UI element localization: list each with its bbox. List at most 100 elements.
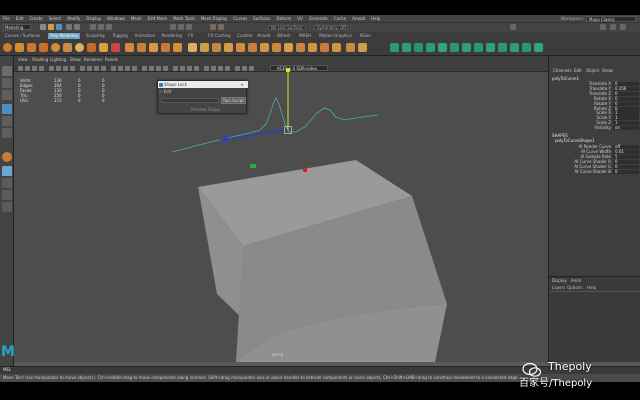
scene-canvas[interactable] bbox=[14, 56, 548, 362]
redo-icon[interactable] bbox=[74, 24, 80, 30]
layer-tab-anim[interactable]: Anim bbox=[571, 278, 581, 283]
quad-draw-icon[interactable] bbox=[284, 43, 293, 52]
channel-attr-value[interactable]: on bbox=[613, 125, 639, 131]
custom-tool-5-icon[interactable] bbox=[474, 43, 483, 52]
boolean-icon[interactable] bbox=[161, 43, 170, 52]
channel-attr-row[interactable]: Visibility on bbox=[549, 125, 640, 131]
mirror-icon[interactable] bbox=[173, 43, 182, 52]
lasso-tool-icon[interactable] bbox=[2, 78, 12, 88]
shelf-tab-custom[interactable]: Custom bbox=[235, 33, 254, 39]
append-polygon-icon[interactable] bbox=[236, 43, 245, 52]
command-language-label[interactable]: MEL bbox=[3, 366, 11, 374]
toggle-modeling-toolkit-icon[interactable] bbox=[600, 24, 606, 30]
menu-arnold[interactable]: Arnold bbox=[349, 15, 368, 22]
extrude-icon[interactable] bbox=[188, 43, 197, 52]
snap-point-icon[interactable] bbox=[186, 24, 192, 30]
manipulator-x-arrow[interactable] bbox=[220, 136, 228, 142]
automatic-uv-icon[interactable] bbox=[358, 43, 367, 52]
combine-icon[interactable] bbox=[125, 43, 134, 52]
selected-object-name[interactable]: polyToCurve1 bbox=[552, 76, 579, 81]
channel-box-tab-edit[interactable]: Edit bbox=[574, 68, 582, 74]
bevel-icon[interactable] bbox=[212, 43, 221, 52]
shape-node-name[interactable]: polyToCurveShape1 bbox=[555, 138, 595, 143]
insert-edge-loop-icon[interactable] bbox=[320, 43, 329, 52]
poly-plane-icon[interactable] bbox=[63, 43, 72, 52]
custom-tool-4-icon[interactable] bbox=[462, 43, 471, 52]
poly-disc-icon[interactable] bbox=[75, 43, 84, 52]
custom-tool-6-icon[interactable] bbox=[486, 43, 495, 52]
platonic-solid-icon[interactable] bbox=[87, 43, 96, 52]
menu-help[interactable]: Help bbox=[368, 15, 383, 22]
open-scene-icon[interactable] bbox=[48, 24, 54, 30]
layer-menu-help[interactable]: Help bbox=[587, 285, 596, 290]
viewport-panel[interactable]: View Shading Lighting Show Renderer Pane… bbox=[14, 56, 548, 362]
workspace-select[interactable]: Maya Classic bbox=[586, 15, 636, 22]
move-tool-icon[interactable] bbox=[2, 104, 12, 114]
menu-mesh-display[interactable]: Mesh Display bbox=[198, 15, 231, 22]
select-by-object-icon[interactable] bbox=[98, 24, 104, 30]
run-script-button[interactable]: Run Script bbox=[221, 97, 246, 104]
snap-curve-icon[interactable] bbox=[178, 24, 184, 30]
smooth-icon[interactable] bbox=[149, 43, 158, 52]
menu-cache[interactable]: Cache bbox=[331, 15, 349, 22]
render-icon[interactable] bbox=[210, 24, 216, 30]
paint-select-tool-icon[interactable] bbox=[2, 90, 12, 100]
fill-hole-icon[interactable] bbox=[224, 43, 233, 52]
menu-modify[interactable]: Modify bbox=[64, 15, 83, 22]
channel-attr-row[interactable]: AI Curve Shader B0 bbox=[549, 169, 640, 175]
undo-icon[interactable] bbox=[66, 24, 72, 30]
dialog-input-field[interactable] bbox=[161, 98, 219, 103]
poly-cube-icon[interactable] bbox=[15, 43, 24, 52]
single-perspective-layout-icon[interactable] bbox=[2, 166, 12, 176]
shelf-tab-fx-caching[interactable]: FX Caching bbox=[206, 33, 232, 39]
poly-sphere-icon[interactable] bbox=[3, 43, 12, 52]
manipulator-x-axis[interactable] bbox=[219, 129, 285, 141]
offset-edge-loop-icon[interactable] bbox=[332, 43, 341, 52]
four-view-layout-icon[interactable] bbox=[2, 178, 12, 188]
menu-mesh[interactable]: Mesh bbox=[128, 15, 145, 22]
menu-deform[interactable]: Deform bbox=[273, 15, 294, 22]
layer-menu-layers[interactable]: Layers bbox=[552, 285, 565, 290]
modeling-toolkit-icon[interactable] bbox=[402, 43, 411, 52]
scale-tool-icon[interactable] bbox=[2, 128, 12, 138]
layer-tab-display[interactable]: Display bbox=[552, 278, 567, 283]
manipulator-y-handle[interactable] bbox=[286, 68, 290, 72]
select-by-component-icon[interactable] bbox=[106, 24, 112, 30]
menu-select[interactable]: Select bbox=[46, 15, 64, 22]
dialog-titlebar[interactable]: Shape Lock bbox=[158, 81, 248, 88]
toggle-attribute-editor-icon[interactable] bbox=[610, 24, 616, 30]
shelf-tab-rendering[interactable]: Rendering bbox=[160, 33, 184, 39]
menu-file[interactable]: File bbox=[0, 15, 13, 22]
toggle-channel-box-icon[interactable] bbox=[620, 24, 626, 30]
custom-tool-9-icon[interactable] bbox=[522, 43, 531, 52]
perspective-graph-layout-icon[interactable] bbox=[2, 190, 12, 200]
multi-cut-icon[interactable] bbox=[248, 43, 257, 52]
shelf-tab-arnold[interactable]: Arnold bbox=[255, 33, 272, 39]
live-surface-field[interactable]: No Live Surface bbox=[268, 24, 306, 30]
channel-box-tab-show[interactable]: Show bbox=[602, 68, 613, 74]
command-line[interactable] bbox=[0, 366, 640, 374]
rotate-tool-icon[interactable] bbox=[2, 116, 12, 126]
new-scene-icon[interactable] bbox=[40, 24, 46, 30]
uv-editor-icon[interactable] bbox=[390, 43, 399, 52]
pivot-green-handle[interactable] bbox=[250, 164, 256, 168]
pivot-red-handle[interactable] bbox=[302, 167, 308, 173]
close-icon[interactable]: × bbox=[239, 81, 245, 88]
menu-create[interactable]: Create bbox=[26, 15, 45, 22]
menu-generate[interactable]: Generate bbox=[306, 15, 331, 22]
shelf-tab-motion-graphics[interactable]: Motion Graphics bbox=[317, 33, 354, 39]
custom-tool-3-icon[interactable] bbox=[450, 43, 459, 52]
bridge-icon[interactable] bbox=[200, 43, 209, 52]
shelf-tab-mash[interactable]: MASH bbox=[297, 33, 313, 39]
shelf-tab-rigging[interactable]: Rigging bbox=[111, 33, 130, 39]
menu-windows[interactable]: Windows bbox=[104, 15, 128, 22]
shelf-tab-bifrost[interactable]: Bifrost bbox=[275, 33, 292, 39]
separate-icon[interactable] bbox=[137, 43, 146, 52]
menu-mesh-tools[interactable]: Mesh Tools bbox=[170, 15, 198, 22]
snap-grid-icon[interactable] bbox=[170, 24, 176, 30]
channel-attr-value[interactable]: 0 bbox=[613, 169, 639, 174]
menu-uv[interactable]: UV bbox=[294, 15, 306, 22]
shelf-tab-animation[interactable]: Animation bbox=[133, 33, 157, 39]
menu-edit[interactable]: Edit bbox=[13, 15, 27, 22]
menu-curves[interactable]: Curves bbox=[230, 15, 250, 22]
